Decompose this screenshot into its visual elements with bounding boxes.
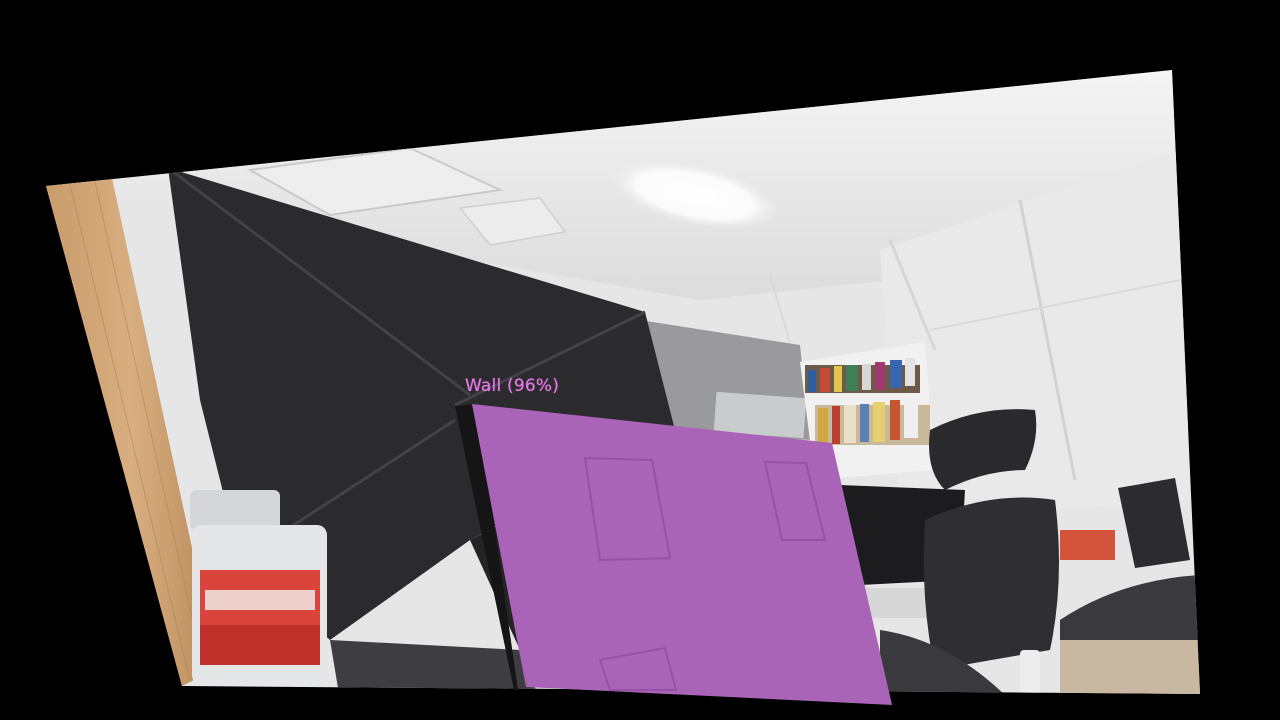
camera-frame: Wall (96%) [0, 0, 1280, 720]
cardboard-box [1060, 640, 1200, 694]
desk-box [1060, 530, 1115, 560]
warped-photo [46, 70, 1200, 705]
detection-label: Wall (96%) [465, 376, 560, 396]
window [713, 391, 807, 439]
